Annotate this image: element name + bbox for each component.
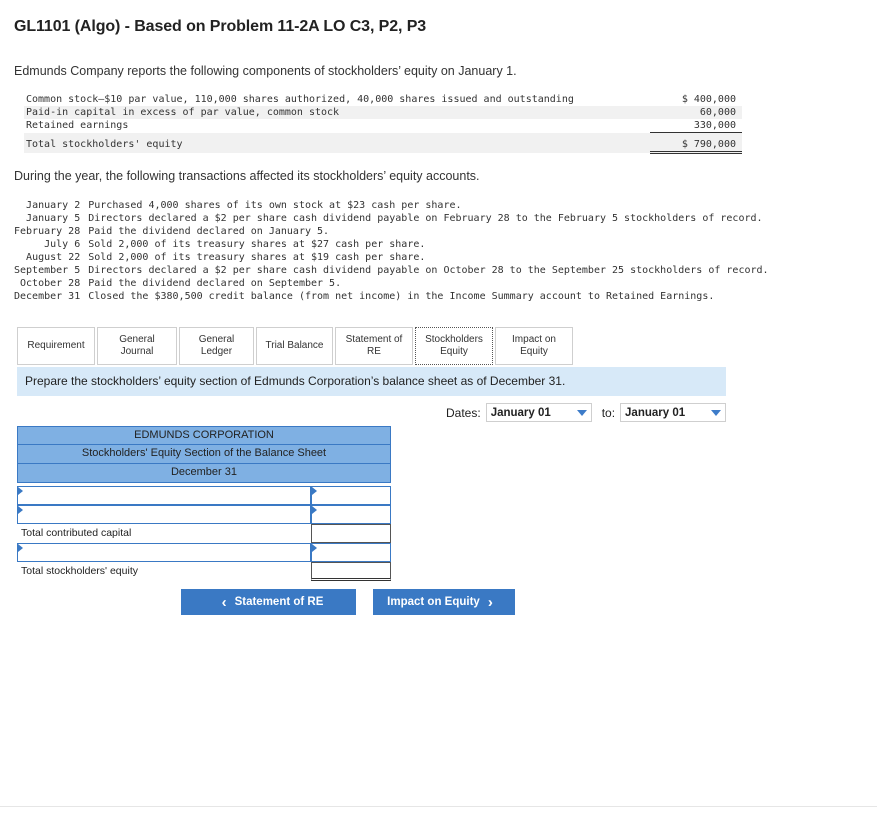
transaction-row: December 31 Closed the $380,500 credit ba… <box>14 290 769 303</box>
instruction-banner: Prepare the stockholders’ equity section… <box>17 367 726 396</box>
tab-label: Requirement <box>27 340 85 351</box>
tab-label: Stockholders <box>425 334 483 345</box>
tab-label: Journal <box>120 346 154 357</box>
transaction-text: Paid the dividend declared on September … <box>88 278 342 289</box>
amount-input[interactable] <box>311 505 391 524</box>
equity-row: Retained earnings 330,000 <box>24 119 742 133</box>
transaction-date: January 5 <box>26 213 81 224</box>
equity-label: Paid-in capital in excess of par value, … <box>24 106 650 119</box>
tab-statement-of-re[interactable]: Statement of RE <box>335 327 413 365</box>
from-date-value: January 01 <box>490 406 551 419</box>
equity-row: Common stock—$10 par value, 110,000 shar… <box>24 93 742 106</box>
equity-label: Retained earnings <box>26 120 129 132</box>
tab-label: Ledger <box>200 346 233 357</box>
transaction-row: January 5 Directors declared a $2 per sha… <box>14 212 769 225</box>
equity-amount: 330,000 <box>693 120 736 131</box>
prev-button[interactable]: ‹ Statement of RE <box>181 589 356 615</box>
transaction-row: October 28 Paid the dividend declared on … <box>14 277 769 290</box>
transaction-text: Directors declared a $2 per share cash d… <box>88 265 769 276</box>
chevron-down-icon <box>576 409 587 416</box>
equity-amount: $ 400,000 <box>681 94 736 105</box>
tab-label: Trial Balance <box>265 340 324 351</box>
transaction-date: July 6 <box>44 239 81 250</box>
chevron-left-icon: ‹ <box>221 593 227 611</box>
entry-row <box>17 486 391 505</box>
transaction-date: October 28 <box>20 278 81 289</box>
transaction-row: August 22 Sold 2,000 of its treasury shar… <box>14 251 769 264</box>
tab-requirement[interactable]: Requirement <box>17 327 95 365</box>
to-date-select[interactable]: January 01 <box>620 403 727 422</box>
beginning-equity-table: Common stock—$10 par value, 110,000 shar… <box>24 93 742 154</box>
footer-divider <box>0 806 877 807</box>
account-input[interactable] <box>17 505 311 524</box>
account-input[interactable] <box>17 543 311 562</box>
to-date-value: January 01 <box>625 406 686 419</box>
next-button-label: Impact on Equity <box>387 596 480 608</box>
tab-stockholders-equity[interactable]: Stockholders Equity <box>415 327 493 365</box>
from-date-select[interactable]: January 01 <box>485 403 592 422</box>
equity-amount: 60,000 <box>650 106 742 119</box>
tab-label: Impact on <box>512 334 556 345</box>
company-name: EDMUNDS CORPORATION <box>17 426 391 445</box>
transactions-intro: During the year, the following transacti… <box>14 169 480 183</box>
tab-trial-balance[interactable]: Trial Balance <box>256 327 333 365</box>
transaction-date: September 5 <box>14 265 81 276</box>
statement-date: December 31 <box>17 464 391 483</box>
statement-heading: Stockholders' Equity Section of the Bala… <box>17 445 391 464</box>
account-input[interactable] <box>17 486 311 505</box>
equity-total-label: Total stockholders' equity <box>24 132 650 153</box>
transactions-table: January 2 Purchased 4,000 shares of its o… <box>14 199 769 303</box>
tab-general-ledger[interactable]: General Ledger <box>179 327 254 365</box>
tab-label: General <box>119 334 155 345</box>
balance-sheet-form: EDMUNDS CORPORATION Stockholders' Equity… <box>17 426 391 581</box>
date-range: Dates: January 01 to: January 01 <box>446 403 727 422</box>
amount-input[interactable] <box>311 486 391 505</box>
transaction-date: January 2 <box>26 200 81 211</box>
transaction-row: January 2 Purchased 4,000 shares of its o… <box>14 199 769 212</box>
transaction-text: Paid the dividend declared on January 5. <box>88 226 330 237</box>
to-label: to: <box>601 405 616 420</box>
tab-label: Statement of <box>345 334 403 345</box>
transaction-text: Sold 2,000 of its treasury shares at $19… <box>88 252 426 263</box>
next-button[interactable]: Impact on Equity › <box>373 589 515 615</box>
entry-row <box>17 505 391 524</box>
tab-label: RE <box>367 346 381 357</box>
entry-row <box>17 543 391 562</box>
total-contributed-row: Total contributed capital <box>17 524 391 543</box>
equity-row: Paid-in capital in excess of par value, … <box>24 106 742 119</box>
transaction-row: September 5 Directors declared a $2 per s… <box>14 264 769 277</box>
equity-total-row: Total stockholders' equity $ 790,000 <box>24 132 742 154</box>
transaction-date: February 28 <box>14 226 81 237</box>
tab-label: Equity <box>440 346 468 357</box>
prev-button-label: Statement of RE <box>234 596 324 608</box>
chevron-down-icon <box>711 409 722 416</box>
page-title: GL1101 (Algo) - Based on Problem 11-2A L… <box>14 18 427 35</box>
transaction-row: February 28 Paid the dividend declared on… <box>14 225 769 238</box>
total-equity-amount[interactable] <box>311 562 391 581</box>
total-contributed-label: Total contributed capital <box>21 527 132 539</box>
transaction-text: Closed the $380,500 credit balance (from… <box>88 291 715 302</box>
dates-label: Dates: <box>446 405 481 420</box>
equity-total-amount: $ 790,000 <box>650 132 742 154</box>
tab-label: General <box>198 334 235 345</box>
equity-label: Common stock—$10 par value, 110,000 shar… <box>26 94 574 105</box>
total-equity-label: Total stockholders' equity <box>21 565 138 577</box>
transaction-text: Sold 2,000 of its treasury shares at $27… <box>88 239 426 250</box>
total-contributed-amount[interactable] <box>311 524 391 543</box>
chevron-right-icon: › <box>487 593 493 611</box>
transaction-row: July 6 Sold 2,000 of its treasury shares … <box>14 238 769 251</box>
transaction-text: Directors declared a $2 per share cash d… <box>88 213 763 224</box>
transaction-date: August 22 <box>26 252 81 263</box>
requirement-tabs: Requirement General Journal General Ledger… <box>17 327 573 365</box>
amount-input[interactable] <box>311 543 391 562</box>
tab-label: Equity <box>520 346 548 357</box>
intro-text: Edmunds Company reports the following co… <box>14 64 517 78</box>
transaction-date: December 31 <box>14 291 81 302</box>
tab-general-journal[interactable]: General Journal <box>97 327 177 365</box>
transaction-text: Purchased 4,000 shares of its own stock … <box>88 200 462 211</box>
tab-impact-on-equity[interactable]: Impact on Equity <box>495 327 573 365</box>
total-equity-row: Total stockholders' equity <box>17 562 391 581</box>
